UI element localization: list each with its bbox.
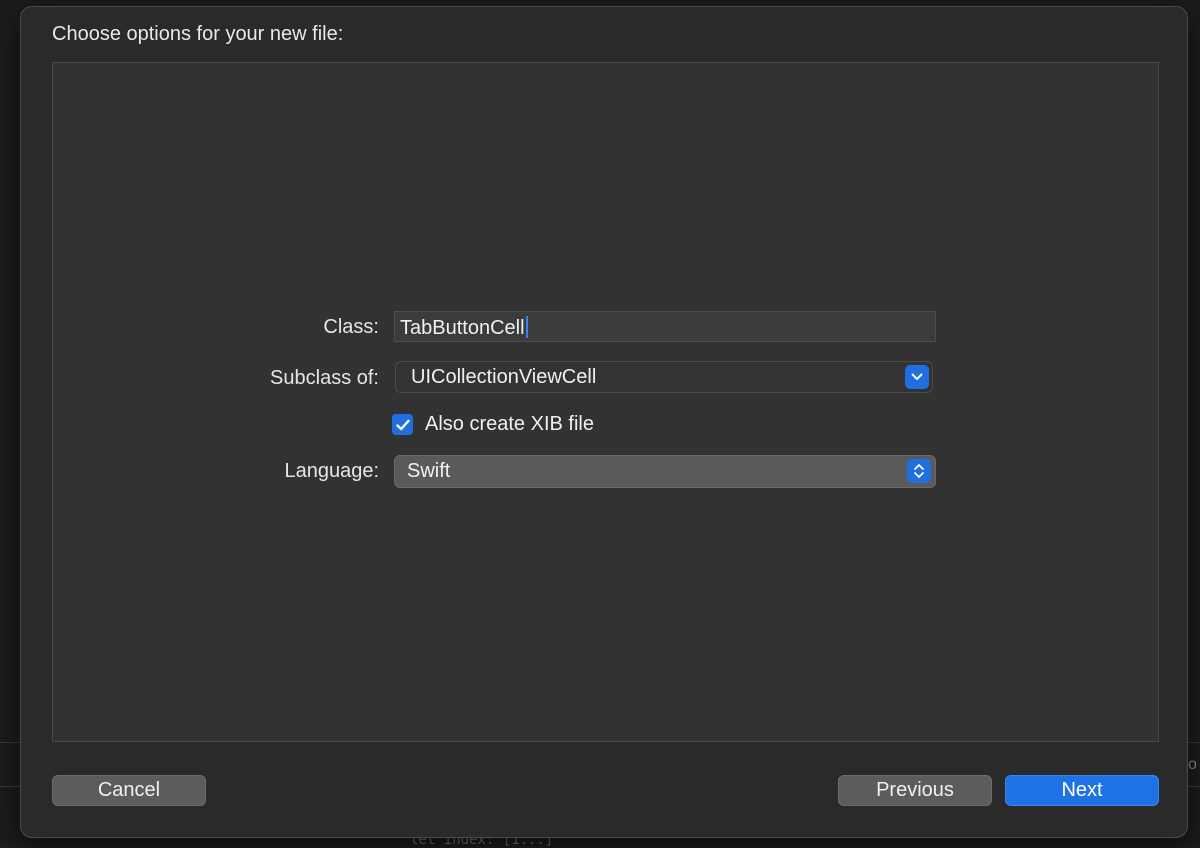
class-label: Class:	[323, 316, 379, 338]
previous-button[interactable]: Previous	[838, 775, 992, 806]
subclass-popup[interactable]: UICollectionViewCell	[395, 361, 933, 393]
cancel-button[interactable]: Cancel	[52, 775, 206, 806]
background-edge-text: o	[1188, 756, 1197, 773]
class-name-field[interactable]: TabButtonCell	[394, 311, 936, 342]
chevron-down-icon[interactable]	[905, 365, 929, 389]
class-name-value: TabButtonCell	[400, 317, 525, 339]
text-caret	[525, 316, 528, 338]
create-xib-option[interactable]: Also create XIB file	[392, 413, 594, 436]
xib-checkbox[interactable]	[392, 414, 413, 435]
next-button[interactable]: Next	[1005, 775, 1159, 806]
checkmark-icon	[395, 419, 410, 430]
options-panel	[52, 62, 1159, 742]
new-file-options-sheet: Choose options for your new file: Class:…	[20, 6, 1188, 838]
language-value: Swift	[407, 460, 451, 482]
subclass-value: UICollectionViewCell	[411, 366, 597, 388]
subclass-label: Subclass of:	[270, 367, 379, 389]
sheet-title: Choose options for your new file:	[52, 23, 344, 45]
language-label: Language:	[284, 460, 379, 482]
chevron-updown-icon[interactable]	[907, 459, 931, 483]
language-popup[interactable]: Swift	[394, 455, 936, 488]
xib-checkbox-label: Also create XIB file	[425, 413, 594, 435]
